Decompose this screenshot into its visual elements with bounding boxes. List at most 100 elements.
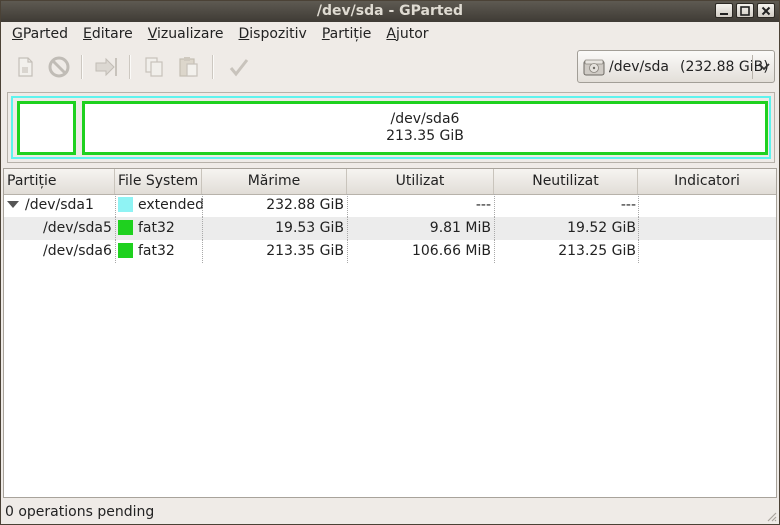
paste-icon [179, 57, 198, 77]
menu-gparted[interactable]: GParted [5, 22, 76, 46]
maximize-icon [740, 5, 750, 16]
menu-mnemonic: E [83, 26, 92, 42]
copy-button[interactable] [140, 53, 168, 81]
expander-triangle-icon[interactable] [7, 201, 19, 208]
column-header-size[interactable]: Mărime [202, 169, 347, 194]
maximize-button[interactable] [736, 3, 754, 18]
device-selector[interactable]: /dev/sda (232.88 GiB) [577, 50, 775, 83]
unused-cell: 213.25 GiB [558, 243, 636, 259]
used-cell: 9.81 MiB [429, 220, 491, 236]
column-header-unused[interactable]: Neutilizat [494, 169, 638, 194]
toolbar-separator [212, 55, 214, 79]
column-divider [202, 194, 203, 217]
table-row[interactable]: /dev/sda1 extended 232.88 GiB --- --- [4, 194, 776, 217]
partition-block-size: 213.35 GiB [386, 128, 464, 144]
chevron-down-icon [758, 63, 770, 71]
fs-color-swatch [118, 220, 133, 235]
size-cell: 232.88 GiB [266, 197, 344, 213]
minimize-button[interactable] [715, 3, 733, 18]
window-title: /dev/sda - GParted [316, 3, 464, 19]
column-divider [202, 217, 203, 240]
menu-label: artiție [329, 26, 372, 42]
toolbar-separator [81, 55, 83, 79]
column-divider [494, 194, 495, 217]
column-divider [638, 217, 639, 240]
partition-block-sda6[interactable]: /dev/sda6 213.35 GiB [82, 101, 768, 155]
resize-move-icon [95, 57, 117, 77]
menu-partitie[interactable]: Partiție [315, 22, 380, 46]
column-divider [202, 240, 203, 263]
menu-editare[interactable]: Editare [76, 22, 141, 46]
menu-mnemonic: A [386, 26, 396, 42]
extended-partition-frame[interactable]: /dev/sda6 213.35 GiB [11, 96, 771, 159]
toolbar-separator [129, 55, 131, 79]
column-divider [115, 240, 116, 263]
column-divider [494, 240, 495, 263]
column-header-filesystem[interactable]: File System [115, 169, 202, 194]
menu-mnemonic: V [147, 26, 158, 42]
menu-vizualizare[interactable]: Vizualizare [141, 22, 232, 46]
toolbar: /dev/sda (232.88 GiB) [1, 46, 779, 88]
partition-block-name: /dev/sda6 [390, 111, 460, 127]
apply-button[interactable] [225, 53, 253, 81]
menu-label: Parted [22, 26, 68, 42]
close-button[interactable] [757, 3, 775, 18]
apply-icon [229, 59, 249, 77]
column-divider [638, 194, 639, 217]
copy-icon [145, 57, 163, 77]
column-divider [638, 240, 639, 263]
used-cell: 106.66 MiB [411, 243, 491, 259]
new-partition-icon [18, 57, 33, 77]
fs-color-swatch [118, 243, 133, 258]
column-divider [115, 217, 116, 240]
column-header-flags[interactable]: Indicatori [638, 169, 776, 194]
partition-table: Partiție File System Mărime Utilizat Neu… [3, 168, 777, 498]
device-size: (232.88 GiB) [679, 58, 769, 75]
menu-mnemonic: P [321, 26, 330, 42]
size-cell: 213.35 GiB [266, 243, 344, 259]
filesystem-label: extended [138, 197, 205, 213]
column-divider [347, 240, 348, 263]
menu-dispozitiv[interactable]: Dispozitiv [232, 22, 315, 46]
table-header: Partiție File System Mărime Utilizat Neu… [4, 169, 776, 195]
fs-color-swatch [118, 197, 133, 212]
paste-button[interactable] [175, 53, 203, 81]
column-header-partition[interactable]: Partiție [4, 169, 115, 194]
combo-separator [752, 55, 753, 79]
filesystem-label: fat32 [138, 243, 175, 259]
menu-ajutor[interactable]: Ajutor [379, 22, 436, 46]
unused-cell: --- [620, 197, 636, 213]
unused-cell: 19.52 GiB [567, 220, 636, 236]
minimize-icon [720, 12, 728, 15]
menu-label: ispozitiv [249, 26, 307, 42]
device-name: /dev/sda [609, 58, 669, 75]
filesystem-cell: extended [118, 194, 204, 217]
gparted-window: /dev/sda - GParted GParted Editare Vizua… [0, 0, 780, 525]
new-partition-button[interactable] [11, 53, 39, 81]
close-icon [761, 6, 771, 15]
partition-cell: /dev/sda1 [25, 197, 94, 213]
menu-label: izualizare [157, 26, 224, 42]
menu-mnemonic: G [12, 26, 23, 42]
column-divider [115, 194, 116, 217]
menu-mnemonic: D [238, 26, 250, 42]
filesystem-cell: fat32 [118, 240, 175, 263]
table-row[interactable]: /dev/sda5 fat32 19.53 GiB 9.81 MiB 19.52… [4, 217, 776, 240]
status-bar: 0 operations pending [1, 500, 779, 524]
partition-map: /dev/sda6 213.35 GiB [7, 92, 775, 163]
window-controls [715, 3, 775, 18]
resize-move-button[interactable] [92, 53, 120, 81]
filesystem-label: fat32 [138, 220, 175, 236]
column-divider [347, 217, 348, 240]
menu-label: ditare [91, 26, 133, 42]
partition-block-sda5[interactable] [17, 101, 76, 155]
menu-bar: GParted Editare Vizualizare Dispozitiv P… [1, 22, 779, 46]
partition-cell: /dev/sda5 [43, 220, 112, 236]
table-row[interactable]: /dev/sda6 fat32 213.35 GiB 106.66 MiB 21… [4, 240, 776, 263]
filesystem-cell: fat32 [118, 217, 175, 240]
column-header-used[interactable]: Utilizat [347, 169, 494, 194]
column-divider [347, 194, 348, 217]
delete-button[interactable] [45, 53, 73, 81]
resize-grip-icon[interactable] [765, 510, 777, 522]
size-cell: 19.53 GiB [275, 220, 344, 236]
